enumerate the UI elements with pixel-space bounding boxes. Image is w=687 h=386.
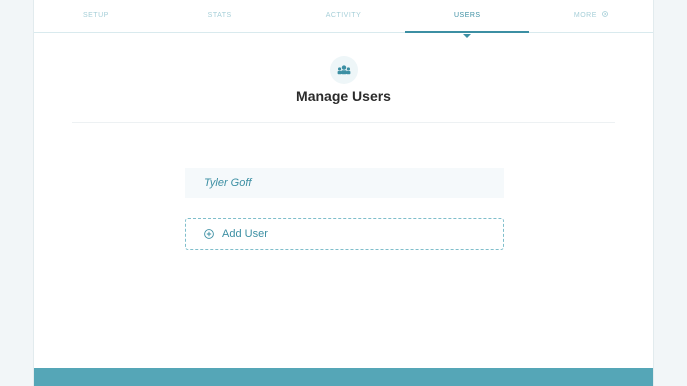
add-user-label: Add User <box>222 228 268 240</box>
chevron-right-icon <box>602 0 609 32</box>
tab-users[interactable]: USERS <box>405 0 529 38</box>
tab-more-label: MORE <box>573 12 597 19</box>
tab-activity-label: ACTIVITY <box>325 12 362 19</box>
tab-setup[interactable]: SETUP <box>34 0 158 32</box>
page-title: Manage Users <box>296 88 391 104</box>
tab-bar: SETUP STATS ACTIVITY USERS MORE <box>34 0 653 38</box>
active-tab-caret-icon <box>463 34 472 38</box>
page-panel: SETUP STATS ACTIVITY USERS MORE Manage U… <box>33 0 654 386</box>
tab-users-label: USERS <box>453 12 481 19</box>
user-name: Tyler Goff <box>204 177 252 189</box>
footer-bar <box>34 368 653 386</box>
plus-circle-icon <box>204 229 214 239</box>
tab-stats[interactable]: STATS <box>158 0 282 32</box>
add-user-button[interactable]: Add User <box>185 218 504 250</box>
user-list-item[interactable]: Tyler Goff <box>185 168 504 198</box>
tab-activity[interactable]: ACTIVITY <box>282 0 406 32</box>
tab-stats-label: STATS <box>207 12 232 19</box>
tab-setup-label: SETUP <box>82 12 109 19</box>
tab-more[interactable]: MORE <box>529 0 653 32</box>
users-icon <box>330 56 358 84</box>
header-divider <box>72 122 615 123</box>
